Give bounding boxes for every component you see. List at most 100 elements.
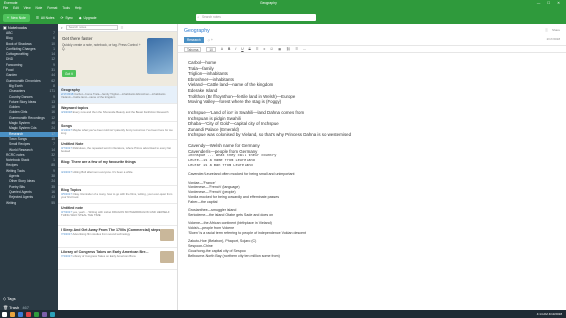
note-list-item[interactable]: Blog Topics 3/5/2017 Okay. Reminder of a … (58, 186, 177, 204)
app-icon-teal[interactable] (50, 311, 55, 317)
note-title[interactable]: Geography (184, 28, 210, 34)
promo-card: Get there faster Quickly create a note, … (58, 32, 177, 86)
tags-label: Tags (7, 296, 16, 301)
note-item-snippet-row: 7/3/2017 Advertising film studies from s… (61, 232, 174, 236)
note-list-item[interactable]: Geography 2/17/2018 Carbol—home Trala—fam… (58, 86, 177, 104)
tags-item[interactable]: ◇ Tags (3, 296, 16, 301)
note-editor: Geography ⓘ Share Research ◇ + 2/17/2018… (178, 24, 566, 318)
sidebar-notebook-item[interactable]: Writing 55 (0, 201, 58, 206)
note-thumbnail-image (160, 251, 174, 263)
note-list-item[interactable]: Untitled Note 3/7/2017 Ridiculous, the re… (58, 140, 177, 158)
sidebar: ▣ Notebooks ABC 7 Blog 6 Book of Shadows 10 Co… (0, 24, 58, 318)
bold-icon[interactable]: B (228, 47, 230, 51)
upgrade-icon: ◆ (78, 15, 82, 20)
notebooks-header[interactable]: ▣ Notebooks (0, 24, 58, 31)
app-icon-purple[interactable] (42, 311, 47, 317)
note-items: Geography 2/17/2018 Carbol—home Trala—fam… (58, 86, 177, 270)
note-item-snippet-row: 4/3/2018 Every now and then the Shoresid… (61, 110, 174, 114)
link-icon[interactable]: ⛓ (286, 47, 290, 51)
note-list-item[interactable]: Library of Congress Takes on Early Ameri… (58, 248, 177, 270)
note-list-search-hint: Search notes (68, 25, 87, 29)
font-size-select[interactable]: 10 (206, 46, 216, 52)
italic-icon[interactable]: I (235, 47, 236, 51)
note-list-item[interactable]: 4/4/2017 Hitting Bull afternoon everyone… (58, 168, 177, 186)
note-item-snippet: yes, yeah ... Writing with Lisbet DRAGON… (61, 210, 170, 218)
note-item-snippet: Advertising film studies from sound tech… (72, 232, 131, 236)
font-select[interactable]: Tahoma (184, 46, 202, 52)
sidebar-notebook-count: 55 (51, 200, 55, 205)
note-meta: ⓘ Share (545, 28, 560, 32)
promo-illustration (147, 38, 173, 74)
notebook-tag[interactable]: Research (184, 37, 204, 43)
note-body-line: Belbourne-North Bay (northern city ten m… (188, 253, 280, 258)
all-notes-button[interactable]: ☰ All Notes (36, 16, 55, 20)
promo-got-it-button[interactable]: Got it (62, 70, 76, 77)
note-list: ▾ Search notes ☷ Get there faster Quickl… (58, 24, 178, 318)
note-list-item[interactable]: Blog: There are a few of my favourite th… (58, 158, 177, 168)
explorer-icon[interactable] (10, 311, 15, 317)
note-body[interactable]: Carbol—home Trala—family Triglion—inhabita… (188, 60, 558, 259)
note-item-snippet: Okay. Reminder of a many, how to go with… (61, 192, 173, 200)
start-icon[interactable] (2, 311, 7, 317)
note-item-snippet-row: 4/4/2017 Hitting Bull afternoon everyone… (61, 170, 174, 174)
app-icon-red[interactable] (26, 311, 31, 317)
note-item-snippet-row: 2/17/2018 Carbol—home Trala—family Trigl… (61, 92, 174, 100)
new-note-button[interactable]: + New Note (3, 13, 30, 22)
plus-icon: + (7, 15, 9, 20)
text-color-icon[interactable]: A (221, 47, 223, 51)
clock-date: 4/13/2018 (548, 312, 562, 316)
note-list-search[interactable]: Search notes (65, 25, 118, 30)
table-icon[interactable]: ▦ (278, 47, 281, 51)
note-thumbnail-image (160, 229, 174, 241)
note-list-item[interactable]: Songs 3/1/2017 Maybe what you've been tol… (58, 122, 177, 140)
share-button[interactable]: Share (552, 28, 560, 32)
note-item-snippet-row: 3/7/2017 yes, yeah ... Writing with Lisb… (61, 210, 174, 218)
note-list-item[interactable]: Wayward topics 4/3/2018 Every now and the… (58, 104, 177, 122)
info-icon[interactable]: ⓘ (545, 28, 548, 32)
more-icon[interactable]: ⋯ (303, 47, 306, 51)
system-clock[interactable]: 4:14 AM 4/13/2018 (537, 310, 562, 318)
view-options-icon[interactable]: ☷ (121, 26, 124, 30)
sync-button[interactable]: ⟳ Sync (61, 16, 73, 20)
note-item-snippet-row: 7/3/2017 Library of Congress Takes on Ea… (61, 254, 174, 258)
bullet-list-icon[interactable]: ☰ (256, 47, 259, 51)
note-list-item[interactable]: Untitled note 3/7/2017 yes, yeah ... Writ… (58, 204, 177, 226)
note-item-snippet-row: 3/5/2017 Okay. Reminder of a many, how t… (61, 192, 174, 200)
note-item-snippet: Carbol—home Trala—family Triglion—inhabi… (61, 92, 166, 100)
taskbar: 4:14 AM 4/13/2018 (0, 310, 566, 318)
new-note-label: New Note (10, 15, 26, 20)
search-input[interactable]: ⌕ Search notes (196, 14, 316, 21)
note-item-snippet-row: 3/1/2017 Maybe what you've been told isn… (61, 128, 174, 136)
note-item-date: 7/3/2017 (61, 254, 72, 258)
tag-add-icon[interactable]: ◇ + (208, 38, 213, 42)
note-item-snippet: Every now and then the Shoreside Beauty … (72, 110, 169, 114)
upgrade-button[interactable]: ◆ Upgrade (79, 16, 97, 20)
sidebar-notebook-label: Writing (6, 200, 17, 205)
note-list-item[interactable]: I Sleep And Get Away From The 1700s (Com… (58, 226, 177, 248)
note-item-snippet: Library of Congress Takes on Early Ameri… (72, 254, 136, 258)
note-item-snippet: Hitting Bull afternoon everyone. It's be… (72, 170, 134, 174)
browser-icon[interactable] (18, 311, 23, 317)
note-item-snippet-row: 3/7/2017 Ridiculous, the repeated word i… (61, 146, 174, 154)
note-item-snippet: Maybe what you've been told isn't patent… (61, 128, 173, 136)
underline-icon[interactable]: U (241, 47, 243, 51)
checkbox-icon[interactable]: ☑ (270, 47, 273, 51)
sync-label: Sync (65, 15, 73, 20)
note-date: 2/17/2018 (546, 37, 560, 41)
search-icon: ⌕ (197, 15, 200, 19)
format-toolbar: Tahoma 10 A B I U S ☰ ≡ ☑ ▦ ⛓ ☰ ⋯ (178, 45, 566, 53)
notebook-list: ABC 7 Blog 6 Book of Shadows 10 Conflicting Ch… (0, 31, 58, 206)
numbered-list-icon[interactable]: ≡ (264, 47, 266, 51)
align-icon[interactable]: ☰ (295, 47, 298, 51)
search-placeholder: Search notes (202, 15, 221, 19)
note-item-snippet: Ridiculous, the repeated word in literat… (61, 146, 172, 154)
clock-time: 4:14 AM (536, 312, 548, 316)
note-context-row: Research ◇ + (184, 37, 213, 43)
strikethrough-icon[interactable]: S (249, 47, 251, 51)
filter-icon[interactable]: ▾ (61, 26, 63, 30)
all-notes-label: All Notes (40, 15, 55, 20)
note-item-date: 4/3/2018 (61, 110, 72, 114)
notebooks-label: Notebooks (7, 25, 28, 30)
evernote-icon[interactable] (34, 311, 39, 317)
note-item-title: Blog: There are a few of my favourite th… (61, 160, 136, 164)
